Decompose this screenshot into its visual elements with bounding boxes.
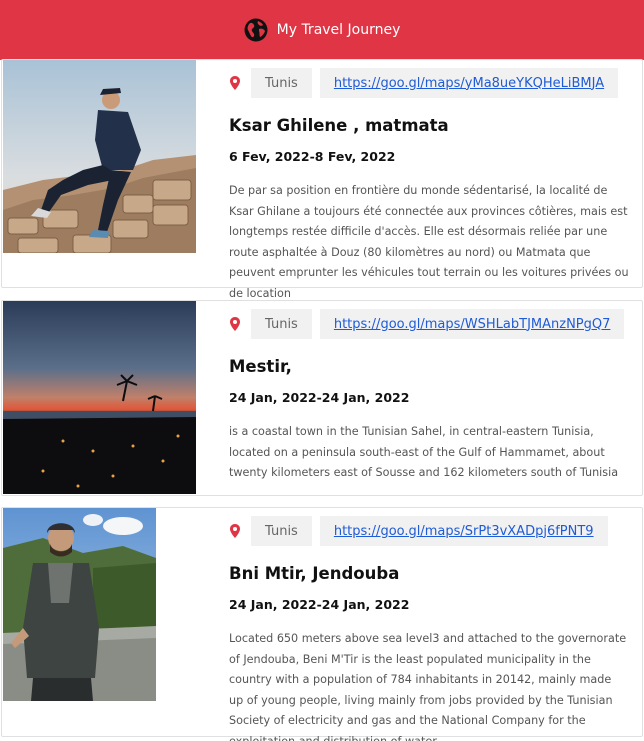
location-pin-icon xyxy=(229,524,241,538)
entry-photo xyxy=(3,60,196,253)
location-pin-icon xyxy=(229,76,241,90)
map-link[interactable]: https://goo.gl/maps/WSHLabTJMAnzNPgQ7 xyxy=(319,309,625,339)
travel-entry-card: Tunis https://goo.gl/maps/WSHLabTJMAnzNP… xyxy=(1,300,643,496)
entry-info: Tunis https://goo.gl/maps/SrPt3vXADpj6fP… xyxy=(229,516,629,741)
place-title: Bni Mtir, Jendouba xyxy=(229,564,400,583)
trip-dates: 6 Fev, 2022-8 Fev, 2022 xyxy=(229,149,396,164)
entry-photo xyxy=(3,301,196,494)
entry-info: Tunis https://goo.gl/maps/WSHLabTJMAnzNP… xyxy=(229,309,629,484)
entry-meta-row: Tunis https://goo.gl/maps/WSHLabTJMAnzNP… xyxy=(229,309,629,339)
place-title: Mestir, xyxy=(229,357,292,376)
entry-photo xyxy=(3,508,156,701)
map-link[interactable]: https://goo.gl/maps/yMa8ueYKQHeLiBMJA xyxy=(319,68,619,98)
place-title: Ksar Ghilene , matmata xyxy=(229,116,449,135)
globe-icon xyxy=(244,18,268,42)
place-description: De par sa position en frontière du monde… xyxy=(229,184,629,300)
place-description: is a coastal town in the Tunisian Sahel,… xyxy=(229,425,619,479)
place-description: Located 650 meters above sea level3 and … xyxy=(229,632,627,741)
location-pin-icon xyxy=(229,317,241,331)
travel-entry-card: Tunis https://goo.gl/maps/SrPt3vXADpj6fP… xyxy=(1,507,643,741)
app-header: My Travel Journey xyxy=(0,0,644,60)
location-badge: Tunis xyxy=(251,516,312,546)
entry-meta-row: Tunis https://goo.gl/maps/yMa8ueYKQHeLiB… xyxy=(229,68,629,98)
travel-entry-card: Tunis https://goo.gl/maps/yMa8ueYKQHeLiB… xyxy=(1,59,643,300)
location-badge: Tunis xyxy=(251,309,312,339)
trip-dates: 24 Jan, 2022-24 Jan, 2022 xyxy=(229,597,410,612)
map-link[interactable]: https://goo.gl/maps/SrPt3vXADpj6fPNT9 xyxy=(319,516,608,546)
app-title: My Travel Journey xyxy=(276,22,401,38)
entry-info: Tunis https://goo.gl/maps/yMa8ueYKQHeLiB… xyxy=(229,68,629,304)
entry-meta-row: Tunis https://goo.gl/maps/SrPt3vXADpj6fP… xyxy=(229,516,629,546)
trip-dates: 24 Jan, 2022-24 Jan, 2022 xyxy=(229,390,410,405)
location-badge: Tunis xyxy=(251,68,312,98)
